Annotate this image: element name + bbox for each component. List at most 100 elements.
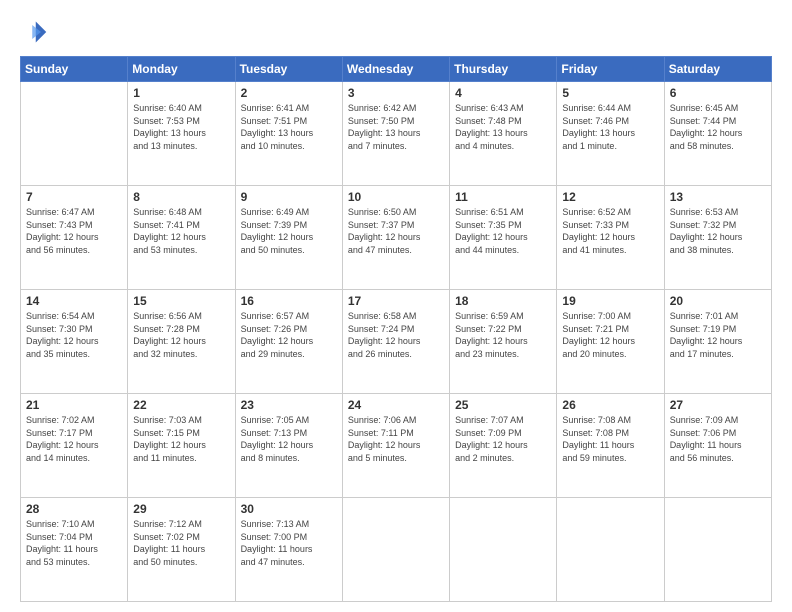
- day-info: Sunrise: 6:59 AM Sunset: 7:22 PM Dayligh…: [455, 310, 551, 360]
- calendar-cell: 30 Sunrise: 7:13 AM Sunset: 7:00 PM Dayli…: [235, 498, 342, 602]
- day-info: Sunrise: 6:53 AM Sunset: 7:32 PM Dayligh…: [670, 206, 766, 256]
- day-info: Sunrise: 6:42 AM Sunset: 7:50 PM Dayligh…: [348, 102, 444, 152]
- page: SundayMondayTuesdayWednesdayThursdayFrid…: [0, 0, 792, 612]
- day-info: Sunrise: 6:43 AM Sunset: 7:48 PM Dayligh…: [455, 102, 551, 152]
- day-info: Sunrise: 6:54 AM Sunset: 7:30 PM Dayligh…: [26, 310, 122, 360]
- day-number: 28: [26, 502, 122, 516]
- day-number: 27: [670, 398, 766, 412]
- day-info: Sunrise: 6:48 AM Sunset: 7:41 PM Dayligh…: [133, 206, 229, 256]
- calendar-week-row: 21 Sunrise: 7:02 AM Sunset: 7:17 PM Dayli…: [21, 394, 772, 498]
- day-info: Sunrise: 6:51 AM Sunset: 7:35 PM Dayligh…: [455, 206, 551, 256]
- day-number: 23: [241, 398, 337, 412]
- day-number: 15: [133, 294, 229, 308]
- day-info: Sunrise: 7:03 AM Sunset: 7:15 PM Dayligh…: [133, 414, 229, 464]
- calendar-cell: 18 Sunrise: 6:59 AM Sunset: 7:22 PM Dayli…: [450, 290, 557, 394]
- day-number: 30: [241, 502, 337, 516]
- calendar-cell: 22Sunrise: 7:03 AM Sunset: 7:15 PM Dayli…: [128, 394, 235, 498]
- day-number: 1: [133, 86, 229, 100]
- day-number: 24: [348, 398, 444, 412]
- calendar-cell: 15Sunrise: 6:56 AM Sunset: 7:28 PM Dayli…: [128, 290, 235, 394]
- calendar-cell: [450, 498, 557, 602]
- day-number: 2: [241, 86, 337, 100]
- day-info: Sunrise: 7:09 AM Sunset: 7:06 PM Dayligh…: [670, 414, 766, 464]
- calendar-week-row: 1 Sunrise: 6:40 AM Sunset: 7:53 PM Daylig…: [21, 82, 772, 186]
- day-number: 21: [26, 398, 122, 412]
- header: [20, 18, 772, 46]
- day-info: Sunrise: 6:40 AM Sunset: 7:53 PM Dayligh…: [133, 102, 229, 152]
- day-info: Sunrise: 7:05 AM Sunset: 7:13 PM Dayligh…: [241, 414, 337, 464]
- calendar-cell: 21 Sunrise: 7:02 AM Sunset: 7:17 PM Dayli…: [21, 394, 128, 498]
- calendar-cell: 4Sunrise: 6:43 AM Sunset: 7:48 PM Daylig…: [450, 82, 557, 186]
- day-info: Sunrise: 6:57 AM Sunset: 7:26 PM Dayligh…: [241, 310, 337, 360]
- calendar-cell: 3 Sunrise: 6:42 AM Sunset: 7:50 PM Daylig…: [342, 82, 449, 186]
- weekday-header: Monday: [128, 57, 235, 82]
- day-info: Sunrise: 7:02 AM Sunset: 7:17 PM Dayligh…: [26, 414, 122, 464]
- day-number: 16: [241, 294, 337, 308]
- calendar-cell: [664, 498, 771, 602]
- weekday-header: Friday: [557, 57, 664, 82]
- calendar-cell: 7 Sunrise: 6:47 AM Sunset: 7:43 PM Daylig…: [21, 186, 128, 290]
- calendar-cell: 17 Sunrise: 6:58 AM Sunset: 7:24 PM Dayli…: [342, 290, 449, 394]
- day-number: 26: [562, 398, 658, 412]
- day-number: 3: [348, 86, 444, 100]
- calendar-cell: 13 Sunrise: 6:53 AM Sunset: 7:32 PM Dayli…: [664, 186, 771, 290]
- day-number: 14: [26, 294, 122, 308]
- day-number: 9: [241, 190, 337, 204]
- calendar-cell: 23 Sunrise: 7:05 AM Sunset: 7:13 PM Dayli…: [235, 394, 342, 498]
- day-info: Sunrise: 7:08 AM Sunset: 7:08 PM Dayligh…: [562, 414, 658, 464]
- day-number: 25: [455, 398, 551, 412]
- calendar-cell: 26 Sunrise: 7:08 AM Sunset: 7:08 PM Dayli…: [557, 394, 664, 498]
- day-number: 17: [348, 294, 444, 308]
- calendar-cell: [557, 498, 664, 602]
- day-info: Sunrise: 6:45 AM Sunset: 7:44 PM Dayligh…: [670, 102, 766, 152]
- day-number: 18: [455, 294, 551, 308]
- calendar-cell: 25 Sunrise: 7:07 AM Sunset: 7:09 PM Dayli…: [450, 394, 557, 498]
- day-info: Sunrise: 6:47 AM Sunset: 7:43 PM Dayligh…: [26, 206, 122, 256]
- calendar-cell: 1 Sunrise: 6:40 AM Sunset: 7:53 PM Daylig…: [128, 82, 235, 186]
- day-info: Sunrise: 6:52 AM Sunset: 7:33 PM Dayligh…: [562, 206, 658, 256]
- calendar-cell: 19 Sunrise: 7:00 AM Sunset: 7:21 PM Dayli…: [557, 290, 664, 394]
- weekday-header: Sunday: [21, 57, 128, 82]
- calendar-cell: 16 Sunrise: 6:57 AM Sunset: 7:26 PM Dayli…: [235, 290, 342, 394]
- calendar-cell: 9 Sunrise: 6:49 AM Sunset: 7:39 PM Daylig…: [235, 186, 342, 290]
- weekday-header: Tuesday: [235, 57, 342, 82]
- day-info: Sunrise: 7:13 AM Sunset: 7:00 PM Dayligh…: [241, 518, 337, 568]
- calendar-cell: 14 Sunrise: 6:54 AM Sunset: 7:30 PM Dayli…: [21, 290, 128, 394]
- calendar-cell: [21, 82, 128, 186]
- day-number: 8: [133, 190, 229, 204]
- weekday-header: Saturday: [664, 57, 771, 82]
- day-info: Sunrise: 7:07 AM Sunset: 7:09 PM Dayligh…: [455, 414, 551, 464]
- calendar-table: SundayMondayTuesdayWednesdayThursdayFrid…: [20, 56, 772, 602]
- calendar-week-row: 14 Sunrise: 6:54 AM Sunset: 7:30 PM Dayli…: [21, 290, 772, 394]
- logo-icon: [20, 18, 48, 46]
- calendar-cell: 24Sunrise: 7:06 AM Sunset: 7:11 PM Dayli…: [342, 394, 449, 498]
- day-number: 12: [562, 190, 658, 204]
- day-number: 11: [455, 190, 551, 204]
- calendar-week-row: 28Sunrise: 7:10 AM Sunset: 7:04 PM Dayli…: [21, 498, 772, 602]
- calendar-cell: 11 Sunrise: 6:51 AM Sunset: 7:35 PM Dayli…: [450, 186, 557, 290]
- calendar-cell: 12 Sunrise: 6:52 AM Sunset: 7:33 PM Dayli…: [557, 186, 664, 290]
- calendar-cell: 5 Sunrise: 6:44 AM Sunset: 7:46 PM Daylig…: [557, 82, 664, 186]
- day-number: 20: [670, 294, 766, 308]
- calendar-cell: 10Sunrise: 6:50 AM Sunset: 7:37 PM Dayli…: [342, 186, 449, 290]
- day-number: 5: [562, 86, 658, 100]
- calendar-header-row: SundayMondayTuesdayWednesdayThursdayFrid…: [21, 57, 772, 82]
- day-number: 10: [348, 190, 444, 204]
- calendar-cell: 27 Sunrise: 7:09 AM Sunset: 7:06 PM Dayli…: [664, 394, 771, 498]
- day-info: Sunrise: 7:01 AM Sunset: 7:19 PM Dayligh…: [670, 310, 766, 360]
- calendar-cell: [342, 498, 449, 602]
- day-info: Sunrise: 6:58 AM Sunset: 7:24 PM Dayligh…: [348, 310, 444, 360]
- day-number: 6: [670, 86, 766, 100]
- day-info: Sunrise: 7:00 AM Sunset: 7:21 PM Dayligh…: [562, 310, 658, 360]
- weekday-header: Wednesday: [342, 57, 449, 82]
- day-number: 13: [670, 190, 766, 204]
- day-number: 29: [133, 502, 229, 516]
- day-number: 19: [562, 294, 658, 308]
- calendar-cell: 6 Sunrise: 6:45 AM Sunset: 7:44 PM Daylig…: [664, 82, 771, 186]
- calendar-week-row: 7 Sunrise: 6:47 AM Sunset: 7:43 PM Daylig…: [21, 186, 772, 290]
- day-info: Sunrise: 6:44 AM Sunset: 7:46 PM Dayligh…: [562, 102, 658, 152]
- calendar-cell: 29 Sunrise: 7:12 AM Sunset: 7:02 PM Dayli…: [128, 498, 235, 602]
- day-number: 7: [26, 190, 122, 204]
- day-info: Sunrise: 7:12 AM Sunset: 7:02 PM Dayligh…: [133, 518, 229, 568]
- day-info: Sunrise: 6:49 AM Sunset: 7:39 PM Dayligh…: [241, 206, 337, 256]
